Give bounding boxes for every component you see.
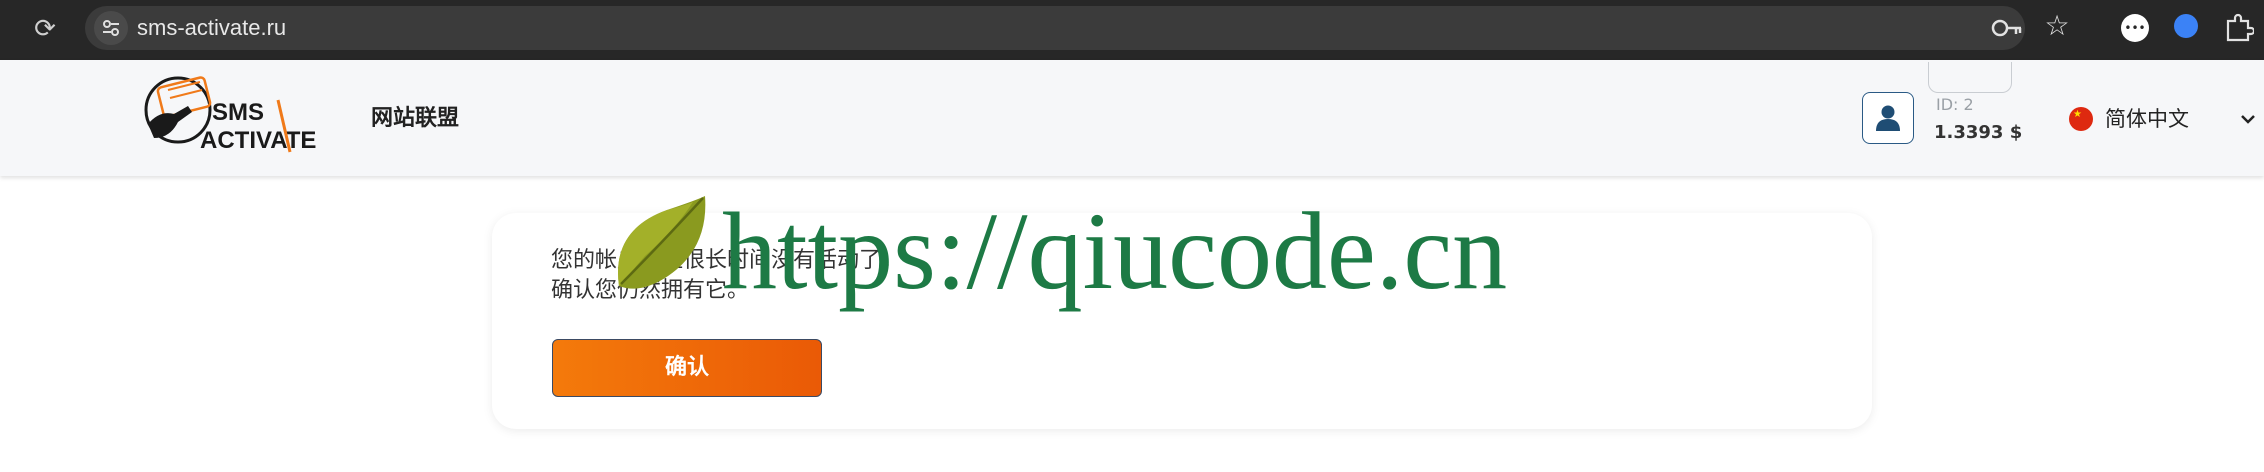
language-label: 简体中文 (2105, 107, 2189, 131)
user-icon (1876, 105, 1900, 131)
china-flag-icon: ★ (2069, 107, 2093, 131)
url-text[interactable]: sms-activate.ru (137, 11, 286, 45)
chevron-down-icon (2241, 115, 2255, 124)
sms-activate-logo[interactable]: SMS ACTIVATE (140, 76, 340, 158)
key-icon[interactable] (1990, 12, 2024, 44)
logo-text-activate: ACTIVATE (200, 127, 316, 154)
chat-extension-icon[interactable]: ••• (2121, 14, 2149, 42)
user-id: ID: 2 (1936, 95, 1974, 114)
watermark-url: https://qiucode.cn (722, 190, 1508, 312)
confirm-button[interactable]: 确认 (552, 339, 822, 397)
address-bar[interactable] (85, 6, 2025, 50)
affiliate-link[interactable]: 网站联盟 (371, 102, 459, 136)
leaf-icon (605, 190, 717, 300)
notification-popup-edge (1928, 62, 2012, 93)
blue-extension-icon[interactable] (2174, 14, 2198, 38)
reload-icon[interactable]: ⟳ (30, 14, 60, 44)
star-icon[interactable]: ☆ (2040, 8, 2074, 44)
logo-text-sms: SMS (212, 99, 264, 126)
balance: 1.3393 $ (1934, 122, 2023, 143)
user-profile-button[interactable] (1862, 92, 1914, 144)
puzzle-icon[interactable] (2224, 12, 2256, 42)
tune-icon[interactable] (94, 11, 128, 45)
